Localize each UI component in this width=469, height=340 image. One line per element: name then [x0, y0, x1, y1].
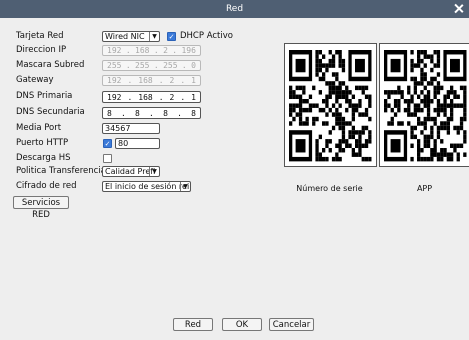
dot: . [172, 46, 178, 55]
hs-label: Descarga HS [16, 153, 71, 163]
app-qr-code [379, 43, 469, 167]
dns1-octet: 168 [138, 92, 153, 102]
gateway-octet: 2 [169, 76, 175, 85]
ip-octet: 2 [163, 46, 168, 55]
title-bar: Red [0, 0, 469, 18]
dns1-octet: 192 [107, 92, 122, 102]
policy-label: Politica Transferencia [16, 166, 106, 176]
dns2-octet: 8 [163, 108, 168, 118]
serial-caption: Número de serie [296, 184, 363, 193]
http-port-input[interactable]: 80 [115, 138, 160, 149]
hs-checkbox[interactable] [103, 154, 112, 163]
mask-octet: 0 [191, 61, 196, 70]
dot: . [177, 108, 182, 118]
dns2-label: DNS Secundaria [16, 107, 85, 117]
dot: . [125, 46, 131, 55]
cancel-button[interactable]: Cancelar [269, 318, 314, 331]
mask-octet: 255 [107, 61, 122, 70]
mask-field[interactable]: 255. 255. 255. 0 [102, 60, 201, 71]
http-checkbox[interactable]: ✓ [103, 139, 112, 148]
gateway-octet: 168 [138, 76, 153, 85]
nic-select[interactable]: Wired NIC ▼ [102, 31, 160, 42]
policy-select[interactable]: Calidad Prefi ▼ [102, 166, 160, 177]
dot: . [121, 108, 126, 118]
serial-qr-code [284, 43, 377, 167]
ip-octet: 196 [181, 46, 196, 55]
mask-octet: 255 [135, 61, 150, 70]
encryption-select[interactable]: El inicio de sesión rei ▼ [102, 181, 191, 192]
media-port-label: Media Port [16, 123, 62, 133]
gateway-label: Gateway [16, 75, 54, 85]
http-port-label: Puerto HTTP [16, 138, 69, 148]
dot: . [125, 61, 131, 70]
dns1-field[interactable]: 192. 168. 2. 1 [102, 91, 201, 103]
dot: . [158, 92, 164, 102]
encryption-select-value: El inicio de sesión rei [105, 182, 190, 191]
network-dialog: Red Tarjeta Red Wired NIC ▼ ✓ DHCP Activ… [0, 0, 469, 340]
red-button[interactable]: Red [173, 318, 213, 331]
dns1-octet: 1 [191, 92, 196, 102]
dns2-octet: 8 [135, 108, 140, 118]
mask-octet: 255 [163, 61, 178, 70]
nic-label: Tarjeta Red [16, 31, 64, 41]
gateway-octet: 1 [191, 76, 196, 85]
qr-code-icon [289, 50, 372, 162]
media-port-input[interactable]: 34567 [102, 123, 160, 134]
ip-octet: 168 [135, 46, 150, 55]
mask-label: Mascara Subred [16, 60, 85, 70]
dot: . [153, 61, 159, 70]
chevron-down-icon: ▼ [149, 167, 159, 176]
dot: . [181, 61, 187, 70]
nic-select-value: Wired NIC [105, 32, 145, 41]
chevron-down-icon: ▼ [149, 32, 159, 41]
ip-octet: 192 [107, 46, 122, 55]
encryption-label: Cifrado de red [16, 181, 77, 191]
dot: . [180, 76, 186, 85]
ip-label: Direccion IP [16, 45, 67, 55]
network-services-button[interactable]: Servicios RED [13, 196, 69, 220]
app-caption: APP [416, 184, 433, 193]
dialog-title: Red [225, 4, 244, 14]
dot: . [180, 92, 186, 102]
dot: . [127, 76, 133, 85]
dot: . [127, 92, 133, 102]
dot: . [158, 76, 164, 85]
dns1-octet: 2 [169, 92, 175, 102]
dot: . [153, 46, 159, 55]
ip-field[interactable]: 192. 168. 2. 196 [102, 45, 201, 56]
gateway-octet: 192 [107, 76, 122, 85]
dhcp-label: DHCP Activo [180, 31, 233, 41]
ok-button[interactable]: OK [222, 318, 262, 331]
dhcp-checkbox[interactable]: ✓ [167, 32, 176, 41]
gateway-field[interactable]: 192. 168. 2. 1 [102, 75, 201, 86]
policy-select-value: Calidad Prefi [105, 167, 156, 176]
close-icon[interactable] [454, 4, 463, 13]
dns1-label: DNS Primaria [16, 91, 73, 101]
dns2-octet: 8 [191, 108, 196, 118]
dot: . [149, 108, 154, 118]
dns2-octet: 8 [107, 108, 112, 118]
chevron-down-icon: ▼ [180, 182, 190, 191]
qr-code-icon [384, 50, 467, 162]
dns2-field[interactable]: 8. 8. 8. 8 [102, 107, 201, 119]
